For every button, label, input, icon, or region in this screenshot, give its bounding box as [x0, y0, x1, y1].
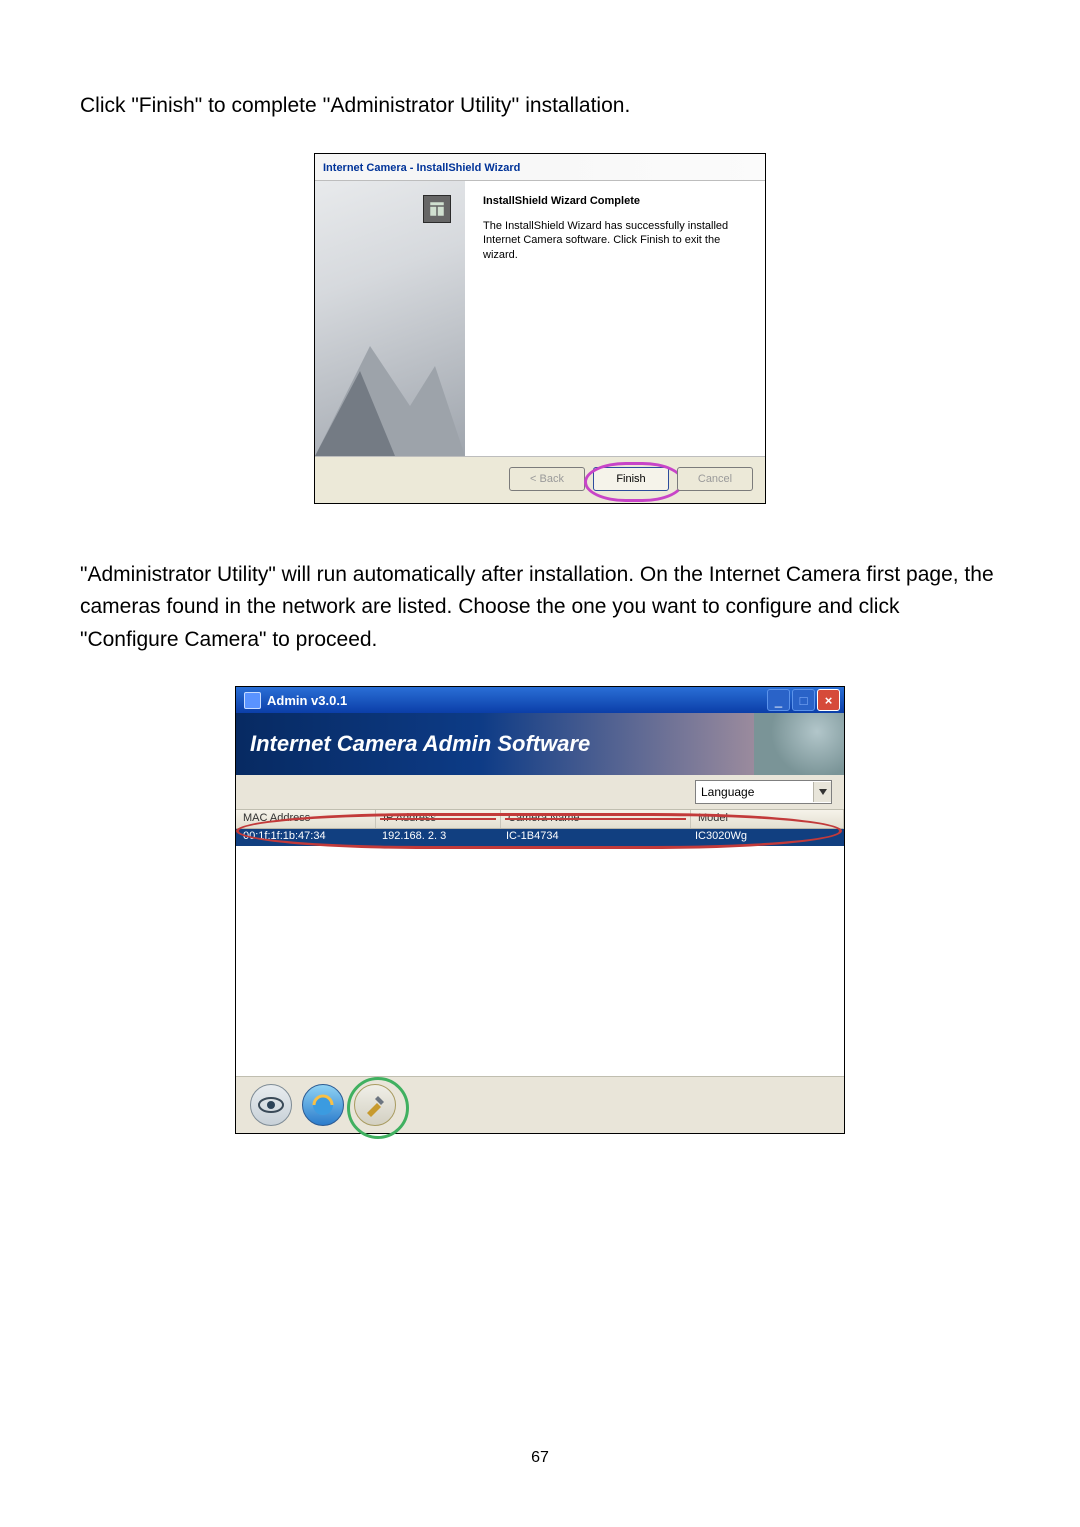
table-row[interactable]: 00:1f:1f:1b:47:34 192.168. 2. 3 IC-1B473… [236, 829, 844, 846]
wizard-box-icon [423, 195, 451, 223]
col-camera-name[interactable]: Camera Name [501, 810, 691, 828]
col-ip-address[interactable]: IP Address [376, 810, 501, 828]
admin-banner: Internet Camera Admin Software [236, 713, 844, 775]
cell-name: IC-1B4734 [499, 829, 688, 846]
view-camera-button[interactable] [250, 1084, 292, 1126]
admin-software-window: Admin v3.0.1 _ □ × Internet Camera Admin… [235, 686, 845, 1134]
wizard-side-graphic [315, 181, 465, 456]
internet-explorer-icon [310, 1092, 336, 1118]
admin-titlebar: Admin v3.0.1 _ □ × [236, 687, 844, 713]
admin-toolbar-strip: Language [236, 775, 844, 810]
annotation-strike [380, 818, 496, 820]
language-select[interactable]: Language [695, 780, 832, 804]
tools-icon [363, 1093, 387, 1117]
admin-title: Admin v3.0.1 [267, 693, 347, 708]
instruction-paragraph-1: Click "Finish" to complete ''Administrat… [80, 90, 1000, 123]
language-select-label: Language [701, 785, 754, 799]
page-number: 67 [0, 1449, 1080, 1467]
col-model[interactable]: Model [691, 810, 844, 828]
eye-icon [258, 1097, 284, 1113]
mountain-graphic [315, 316, 465, 456]
annotation-strike [505, 818, 686, 820]
finish-button-label: Finish [616, 473, 645, 485]
wizard-heading: InstallShield Wizard Complete [483, 195, 747, 207]
maximize-button[interactable]: □ [792, 689, 815, 711]
wizard-body-text: The InstallShield Wizard has successfull… [483, 219, 747, 264]
cell-model: IC3020Wg [688, 829, 844, 846]
finish-button[interactable]: Finish [593, 467, 669, 491]
dropdown-arrow-icon [813, 782, 831, 802]
back-button-label: < Back [530, 473, 564, 485]
banner-camera-image [754, 713, 844, 775]
browser-button[interactable] [302, 1084, 344, 1126]
admin-app-icon [244, 692, 261, 709]
cell-ip: 192.168. 2. 3 [375, 829, 499, 846]
col-mac-label: MAC Address [243, 812, 310, 824]
table-empty-area [236, 846, 844, 1076]
wizard-button-bar: < Back Finish Cancel [315, 456, 765, 503]
admin-bottom-bar [236, 1076, 844, 1133]
wizard-title: Internet Camera - InstallShield Wizard [323, 162, 520, 174]
close-button[interactable]: × [817, 689, 840, 711]
col-mac-address[interactable]: MAC Address [236, 810, 376, 828]
installshield-wizard-window: Internet Camera - InstallShield Wizard I… [314, 153, 766, 504]
cancel-button-label: Cancel [698, 473, 732, 485]
col-model-label: Model [698, 812, 728, 824]
configure-camera-button[interactable] [354, 1084, 396, 1126]
wizard-titlebar: Internet Camera - InstallShield Wizard [315, 154, 765, 181]
cancel-button: Cancel [677, 467, 753, 491]
cell-mac: 00:1f:1f:1b:47:34 [236, 829, 375, 846]
admin-banner-title: Internet Camera Admin Software [250, 731, 590, 757]
camera-table: MAC Address IP Address Camera Name Model… [236, 810, 844, 1076]
instruction-paragraph-2: "Administrator Utility" will run automat… [80, 559, 1000, 657]
minimize-button[interactable]: _ [767, 689, 790, 711]
back-button: < Back [509, 467, 585, 491]
